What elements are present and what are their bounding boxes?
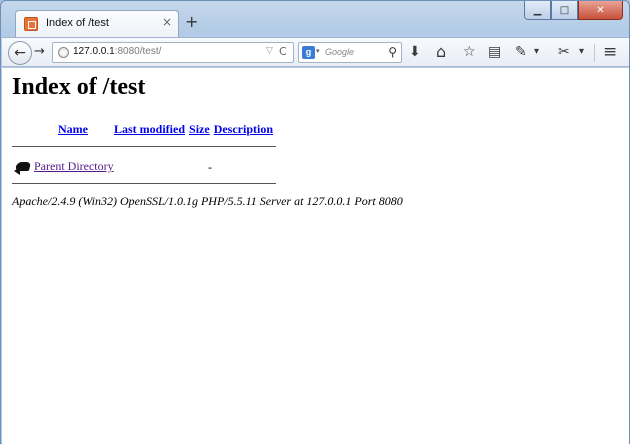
search-icon[interactable]: ⚲ bbox=[388, 45, 397, 59]
size-column-header: Size bbox=[187, 122, 212, 137]
forward-button[interactable]: → bbox=[34, 44, 45, 59]
header-divider bbox=[12, 146, 276, 147]
navigation-toolbar: ← → 127.0.0.1:8080/test/ ▽ C g ▾ Google … bbox=[2, 37, 629, 67]
site-identity-icon[interactable] bbox=[58, 47, 69, 58]
close-window-button[interactable]: ✕ bbox=[578, 1, 623, 20]
parent-size-cell: - bbox=[208, 160, 212, 174]
search-bar[interactable]: g ▾ Google ⚲ bbox=[298, 42, 402, 63]
footer-divider bbox=[12, 183, 276, 184]
page-content: Index of /test Name Last modified Size D… bbox=[2, 68, 629, 444]
sort-by-last-modified-link[interactable]: Last modified bbox=[114, 122, 185, 136]
url-bar[interactable]: 127.0.0.1:8080/test/ ▽ C bbox=[52, 42, 294, 63]
home-icon[interactable]: ⌂ bbox=[436, 43, 446, 61]
description-column-header: Description bbox=[212, 122, 275, 137]
bookmark-star-icon[interactable]: ☆ bbox=[463, 43, 476, 61]
page-title: Index of /test bbox=[12, 74, 146, 100]
search-engine-dropdown-icon[interactable]: ▾ bbox=[316, 47, 320, 55]
developer-tools-icon[interactable]: ✎ bbox=[515, 43, 527, 61]
extension-icon[interactable]: ✂ bbox=[558, 43, 570, 61]
tab-index-of-test[interactable]: Index of /test × bbox=[15, 10, 179, 37]
last-modified-column-header: Last modified bbox=[112, 122, 187, 137]
google-engine-icon[interactable]: g bbox=[302, 46, 315, 59]
icon-column-header bbox=[12, 122, 34, 137]
listing-header-row: Name Last modified Size Description bbox=[12, 122, 275, 137]
minimize-button[interactable]: ▁ bbox=[524, 1, 551, 20]
table-row: Parent Directory bbox=[14, 159, 114, 175]
toolbar-separator bbox=[594, 44, 595, 62]
server-signature: Apache/2.4.9 (Win32) OpenSSL/1.0.1g PHP/… bbox=[12, 194, 403, 208]
sort-by-description-link[interactable]: Description bbox=[214, 122, 273, 136]
new-tab-button[interactable]: + bbox=[185, 14, 198, 30]
sort-by-name-link[interactable]: Name bbox=[58, 122, 88, 136]
download-icon[interactable]: ⬇ bbox=[409, 43, 421, 61]
sort-by-size-link[interactable]: Size bbox=[189, 122, 210, 136]
extension-dropdown-icon[interactable]: ▾ bbox=[579, 43, 584, 61]
search-input[interactable]: Google bbox=[325, 47, 354, 57]
url-history-dropdown-icon[interactable]: ▽ bbox=[266, 46, 273, 56]
url-host: 127.0.0.1 bbox=[73, 46, 115, 57]
back-arrow-icon bbox=[14, 160, 32, 175]
url-text[interactable]: 127.0.0.1:8080/test/ bbox=[73, 46, 161, 57]
name-column-header: Name bbox=[34, 122, 112, 137]
developer-dropdown-icon[interactable]: ▾ bbox=[534, 43, 539, 61]
menu-icon[interactable]: ≡ bbox=[603, 43, 617, 61]
reload-icon[interactable]: C bbox=[279, 45, 287, 58]
tab-title: Index of /test bbox=[46, 17, 109, 29]
page-favicon-icon bbox=[24, 17, 38, 31]
url-path: :8080/test/ bbox=[114, 46, 162, 57]
window-controls: ▁ □ ✕ bbox=[524, 1, 623, 21]
tab-close-icon[interactable]: × bbox=[162, 15, 172, 29]
directory-listing: Name Last modified Size Description bbox=[12, 122, 275, 137]
maximize-button[interactable]: □ bbox=[551, 1, 578, 20]
reading-list-icon[interactable]: ▤ bbox=[488, 43, 501, 61]
browser-window: Index of /test × + ▁ □ ✕ ← → 127.0.0.1:8… bbox=[0, 0, 630, 444]
parent-directory-link[interactable]: Parent Directory bbox=[34, 159, 114, 174]
back-button[interactable]: ← bbox=[8, 41, 32, 65]
